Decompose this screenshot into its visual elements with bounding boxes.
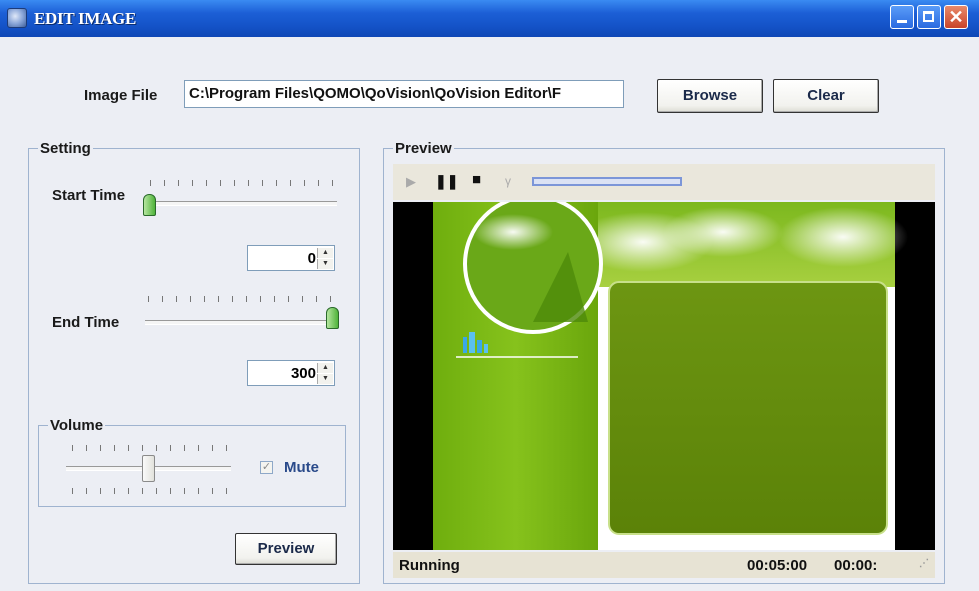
seek-bar[interactable]: [532, 177, 682, 186]
end-time-slider-thumb[interactable]: [326, 307, 339, 329]
start-time-track: [145, 201, 337, 206]
preview-image: [393, 202, 935, 550]
start-time-spinner[interactable]: 0 ▲ ▼: [247, 245, 335, 271]
browse-button[interactable]: Browse: [657, 79, 763, 113]
image-file-label: Image File: [84, 87, 158, 104]
volume-ticks-bottom: [72, 488, 232, 494]
time-total: 00:05:00: [747, 557, 808, 574]
setting-group-title: Setting: [38, 140, 93, 157]
image-file-input[interactable]: C:\Program Files\QOMO\QoVision\QoVision …: [184, 80, 624, 108]
stop-icon[interactable]: ■: [472, 171, 481, 188]
start-time-slider-thumb[interactable]: [143, 194, 156, 216]
end-time-value: 300: [290, 365, 316, 382]
window-title: EDIT IMAGE: [34, 9, 137, 28]
start-time-label: Start Time: [52, 187, 126, 204]
clear-button[interactable]: Clear: [773, 79, 879, 113]
close-button[interactable]: ✕: [944, 5, 968, 29]
pause-icon[interactable]: ❚❚: [435, 173, 458, 190]
title-bar[interactable]: EDIT IMAGE ✕: [0, 0, 979, 37]
play-icon[interactable]: ▶: [406, 174, 416, 190]
mute-label: Mute: [284, 459, 319, 476]
start-time-value: 0: [307, 250, 316, 267]
minimize-icon: [897, 20, 907, 23]
volume-icon[interactable]: γ: [505, 174, 511, 188]
minimize-button[interactable]: [890, 5, 914, 29]
end-time-spinner[interactable]: 300 ▲ ▼: [247, 360, 335, 386]
resize-grip-icon[interactable]: ⋰: [919, 558, 929, 569]
time-current: 00:00:: [834, 557, 878, 574]
end-time-label: End Time: [52, 314, 120, 331]
preview-group-title: Preview: [393, 140, 454, 157]
volume-group-title: Volume: [48, 417, 106, 434]
mute-checkbox[interactable]: ✓: [260, 461, 273, 474]
spinner-up-icon[interactable]: ▲: [317, 363, 333, 373]
end-time-track: [145, 320, 337, 325]
maximize-icon: [923, 11, 934, 22]
maximize-button[interactable]: [917, 5, 941, 29]
spinner-up-icon[interactable]: ▲: [317, 248, 333, 258]
app-icon: [7, 8, 27, 28]
spinner-down-icon[interactable]: ▼: [317, 259, 333, 269]
status-bar: Running 00:05:00 00:00: ⋰: [393, 552, 935, 578]
start-time-ticks: [150, 180, 335, 186]
volume-slider-thumb[interactable]: [142, 455, 155, 482]
volume-ticks-top: [72, 445, 232, 451]
video-frame: [393, 202, 935, 550]
status-text: Running: [399, 557, 460, 574]
end-time-ticks: [148, 296, 336, 302]
preview-button[interactable]: Preview: [235, 533, 337, 565]
spinner-down-icon[interactable]: ▼: [317, 374, 333, 384]
edit-image-window: EDIT IMAGE ✕ Image File C:\Program Files…: [0, 0, 979, 591]
player-toolbar: ▶ ❚❚ ■ γ: [393, 164, 935, 200]
close-icon: ✕: [948, 7, 964, 27]
